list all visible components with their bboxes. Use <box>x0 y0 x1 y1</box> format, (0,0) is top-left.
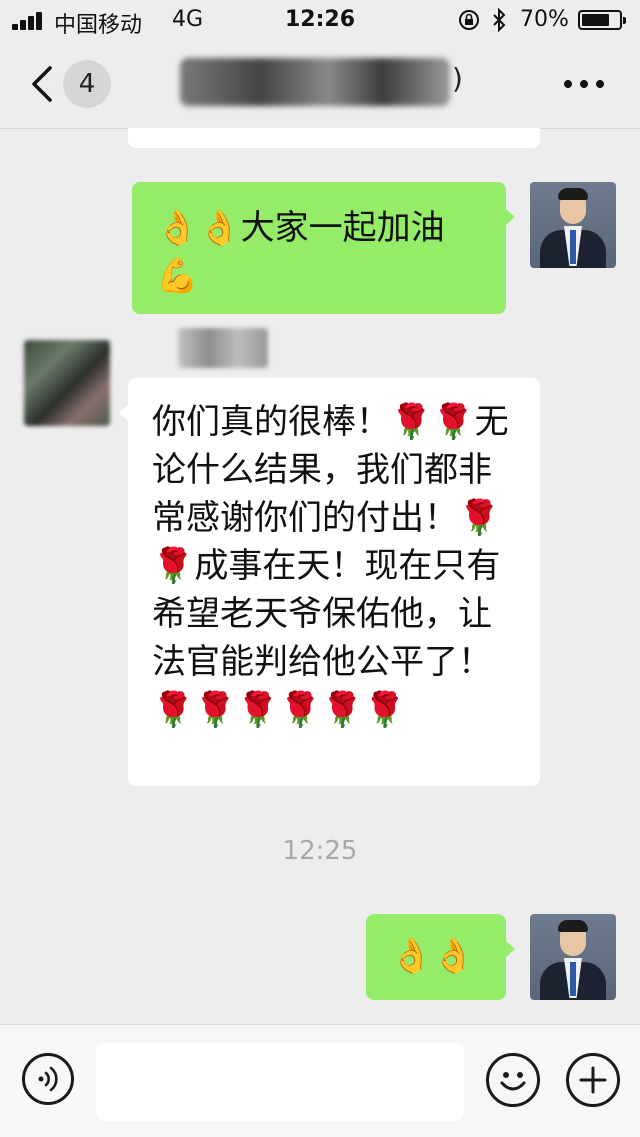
emoji-button[interactable] <box>486 1053 540 1107</box>
bluetooth-icon <box>493 8 506 32</box>
message-bubble-sent[interactable]: 👌👌大家一起加油💪 <box>132 182 515 314</box>
status-bar: 中国移动 4G 12:26 70% <box>0 0 640 40</box>
plus-button[interactable] <box>566 1053 620 1107</box>
message-text: 你们真的很棒！🌹🌹无论什么结果，我们都非常感谢你们的付出！🌹🌹成事在天！现在只有… <box>152 402 509 730</box>
sender-avatar[interactable] <box>24 340 110 426</box>
battery-icon <box>578 10 626 30</box>
sender-name-redacted <box>178 328 268 368</box>
time-separator: 12:25 <box>282 836 358 866</box>
voice-icon <box>38 1066 58 1092</box>
lock-rotation-icon <box>459 10 479 30</box>
message-input[interactable] <box>96 1043 464 1121</box>
message-bubble-received[interactable]: 你们真的很棒！🌹🌹无论什么结果，我们都非常感谢你们的付出！🌹🌹成事在天！现在只有… <box>119 378 540 786</box>
back-icon[interactable] <box>30 64 54 104</box>
plus-icon <box>579 1066 607 1094</box>
nav-bar: 4 ) <box>0 40 640 129</box>
previous-message-bubble <box>128 128 540 148</box>
self-avatar[interactable] <box>530 914 616 1000</box>
emoji-icon <box>500 1072 526 1091</box>
battery-percent: 70% <box>520 7 569 32</box>
self-avatar[interactable] <box>530 182 616 268</box>
input-bar <box>0 1024 640 1137</box>
message-text: 👌👌大家一起加油💪 <box>156 208 445 296</box>
voice-button[interactable] <box>22 1053 74 1105</box>
more-icon[interactable] <box>564 80 604 90</box>
chat-title-suffix: ) <box>452 62 463 95</box>
message-text: 👌👌 <box>390 936 475 976</box>
chat-area[interactable]: 👌👌大家一起加油💪 你们真的很棒！🌹🌹无论什么结果，我们都非常感谢你们的付出！🌹… <box>0 128 640 1024</box>
unread-count-badge[interactable]: 4 <box>63 60 111 108</box>
message-bubble-sent[interactable]: 👌👌 <box>366 914 515 1000</box>
chat-title-redacted <box>180 58 450 106</box>
